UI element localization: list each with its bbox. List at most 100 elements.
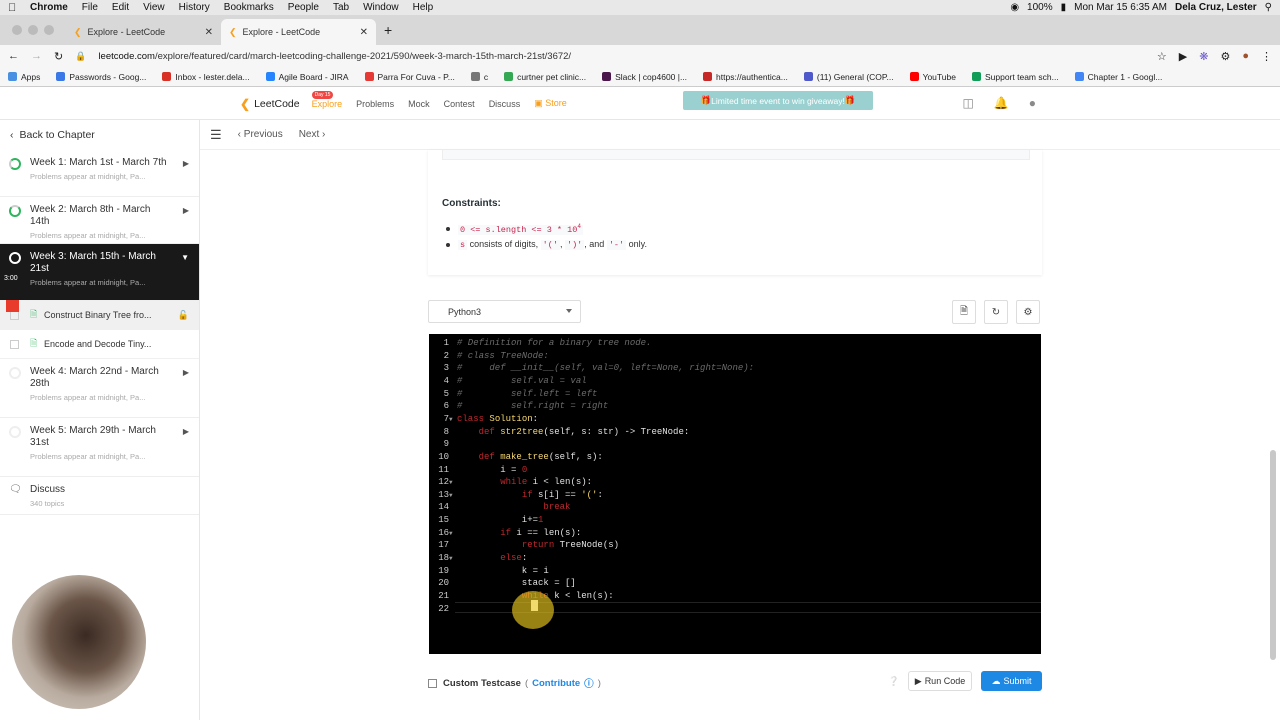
profile-avatar[interactable]: ●: [1242, 50, 1249, 62]
menu-view[interactable]: View: [143, 2, 165, 13]
chapter-title: Week 3: March 15th - March 21st: [30, 251, 156, 274]
chapter-week-1[interactable]: Week 1: March 1st - March 7th Problems a…: [0, 150, 199, 197]
previous-button[interactable]: ‹ Previous: [238, 129, 283, 140]
menu-tab[interactable]: Tab: [333, 2, 349, 13]
battery-percent[interactable]: 100%: [1027, 2, 1053, 13]
run-code-button[interactable]: ▶ Run Code: [908, 671, 972, 691]
minimize-window-button[interactable]: [28, 25, 38, 35]
custom-testcase-checkbox[interactable]: [428, 678, 437, 688]
help-icon[interactable]: ❔: [888, 676, 899, 687]
line-number: 10: [438, 451, 449, 462]
bookmark-item[interactable]: https://authentica...: [703, 72, 788, 82]
close-tab-icon[interactable]: ✕: [205, 27, 213, 38]
slack-icon: [602, 72, 612, 81]
zoom-window-button[interactable]: [44, 25, 54, 35]
menu-bookmarks[interactable]: Bookmarks: [224, 2, 274, 13]
nav-contest[interactable]: Contest: [444, 99, 475, 109]
url-field[interactable]: leetcode.com/explore/featured/card/march…: [98, 50, 1145, 62]
menu-history[interactable]: History: [179, 2, 210, 13]
bookmark-apps[interactable]: Apps: [8, 72, 40, 82]
promo-banner[interactable]: 🎁 Limited time event to win giveaway! 🎁: [683, 91, 873, 110]
user-avatar-icon[interactable]: ●: [1029, 96, 1036, 110]
close-window-button[interactable]: [12, 25, 22, 35]
browser-tab[interactable]: ❮ Explore - LeetCode ✕: [66, 19, 221, 45]
line-number: 1: [443, 338, 449, 348]
bookmark-item[interactable]: c: [470, 72, 488, 82]
custom-testcase-toggle[interactable]: Custom Testcase ( Contribute ⓘ ): [428, 676, 601, 690]
bookmark-item[interactable]: Chapter 1 - Googl...: [1074, 72, 1162, 82]
menu-file[interactable]: File: [82, 2, 98, 13]
fold-arrow-icon[interactable]: ▼: [449, 555, 453, 562]
line-number: 4: [443, 375, 449, 386]
bookmark-item[interactable]: (11) General (COP...: [803, 72, 894, 82]
playground-icon[interactable]: ◫: [962, 96, 973, 110]
bookmark-item[interactable]: Parra For Cuva - P...: [364, 72, 455, 82]
bookmark-item[interactable]: Inbox - lester.dela...: [162, 72, 250, 82]
menu-people[interactable]: People: [288, 2, 319, 13]
user-name[interactable]: Dela Cruz, Lester: [1175, 2, 1257, 13]
bookmark-item[interactable]: Agile Board - JIRA: [265, 72, 349, 82]
close-tab-icon[interactable]: ✕: [360, 27, 368, 38]
constraint-2: s consists of digits, '(', ')', and '-' …: [446, 239, 647, 250]
bookmark-star-icon[interactable]: ☆: [1157, 50, 1167, 63]
submit-button[interactable]: ☁ Submit: [981, 671, 1042, 691]
checkbox[interactable]: [10, 340, 19, 349]
bookmark-item[interactable]: curtner pet clinic...: [504, 72, 586, 82]
wifi-icon[interactable]: ◉: [1010, 2, 1019, 13]
reload-icon[interactable]: ↻: [54, 50, 63, 63]
fold-arrow-icon[interactable]: ▼: [449, 530, 453, 537]
chapter-week-3[interactable]: Week 3: March 15th - March 21st Problems…: [0, 244, 199, 301]
bookmark-item[interactable]: YouTube: [909, 72, 956, 82]
editor-settings-button[interactable]: ⚙: [1016, 300, 1040, 324]
code-line: break: [543, 502, 571, 513]
problem-item-encode-decode[interactable]: 🗎 Encode and Decode Tiny...: [0, 330, 199, 359]
fold-arrow-icon[interactable]: ▼: [449, 416, 453, 423]
spotlight-icon[interactable]: ⚲: [1265, 2, 1272, 13]
extension-icon[interactable]: ❋: [1199, 50, 1208, 63]
page-scrollbar[interactable]: [1270, 450, 1276, 660]
bookmark-item[interactable]: Passwords - Goog...: [56, 72, 146, 82]
bookmark-item[interactable]: Slack | cop4600 |...: [602, 72, 687, 82]
menu-edit[interactable]: Edit: [112, 2, 129, 13]
chapter-week-2[interactable]: Week 2: March 8th - March 14th Problems …: [0, 197, 199, 244]
record-stop-button[interactable]: [6, 300, 19, 312]
next-button[interactable]: Next ›: [299, 129, 326, 140]
back-arrow-icon[interactable]: ←: [8, 50, 19, 62]
puzzle-icon[interactable]: ⚙: [1220, 50, 1230, 63]
notes-button[interactable]: 🗎: [952, 300, 976, 324]
checkbox[interactable]: [10, 311, 19, 320]
browser-tab-active[interactable]: ❮ Explore - LeetCode ✕: [221, 19, 376, 45]
contribute-link[interactable]: Contribute: [532, 678, 580, 689]
chapter-week-5[interactable]: Week 5: March 29th - March 31st Problems…: [0, 418, 199, 477]
battery-icon[interactable]: ▮: [1061, 2, 1067, 13]
problem-item-construct-binary-tree[interactable]: 🗎 Construct Binary Tree fro... 🔓: [0, 301, 199, 330]
reset-code-button[interactable]: ↻: [984, 300, 1008, 324]
info-icon: ⓘ: [584, 679, 594, 690]
nav-discuss[interactable]: Discuss: [489, 99, 521, 109]
fold-arrow-icon[interactable]: ▼: [449, 479, 453, 486]
back-to-chapter[interactable]: ‹ Back to Chapter: [0, 120, 199, 150]
clock[interactable]: Mon Mar 15 6:35 AM: [1074, 2, 1167, 13]
discuss-link[interactable]: 🗨 Discuss 340 topics: [0, 477, 199, 515]
bookmark-item[interactable]: Support team sch...: [971, 72, 1059, 82]
code-line: i+=1: [457, 515, 544, 526]
nav-explore[interactable]: Day 15 Explore: [311, 90, 342, 109]
nav-mock[interactable]: Mock: [408, 99, 430, 109]
leetcode-logo[interactable]: ❮ LeetCode: [240, 97, 300, 111]
nav-store[interactable]: ▣ Store: [534, 98, 567, 109]
menu-window[interactable]: Window: [363, 2, 399, 13]
new-tab-button[interactable]: +: [384, 22, 392, 38]
chevron-left-icon: ‹: [10, 129, 14, 141]
forward-arrow-icon[interactable]: →: [31, 50, 42, 62]
language-select[interactable]: Python3: [428, 300, 581, 323]
menu-chrome[interactable]: Chrome: [30, 2, 68, 13]
bell-icon[interactable]: 🔔: [994, 96, 1009, 110]
menu-kebab-icon[interactable]: ⋮: [1261, 50, 1272, 63]
menu-help[interactable]: Help: [413, 2, 434, 13]
apple-icon[interactable]: : [8, 2, 20, 14]
extension-icon[interactable]: ▶: [1179, 50, 1187, 63]
fold-arrow-icon[interactable]: ▼: [449, 492, 453, 499]
chapter-week-4[interactable]: Week 4: March 22nd - March 28th Problems…: [0, 359, 199, 418]
nav-problems[interactable]: Problems: [356, 99, 394, 109]
hamburger-menu-icon[interactable]: ☰: [210, 127, 222, 143]
